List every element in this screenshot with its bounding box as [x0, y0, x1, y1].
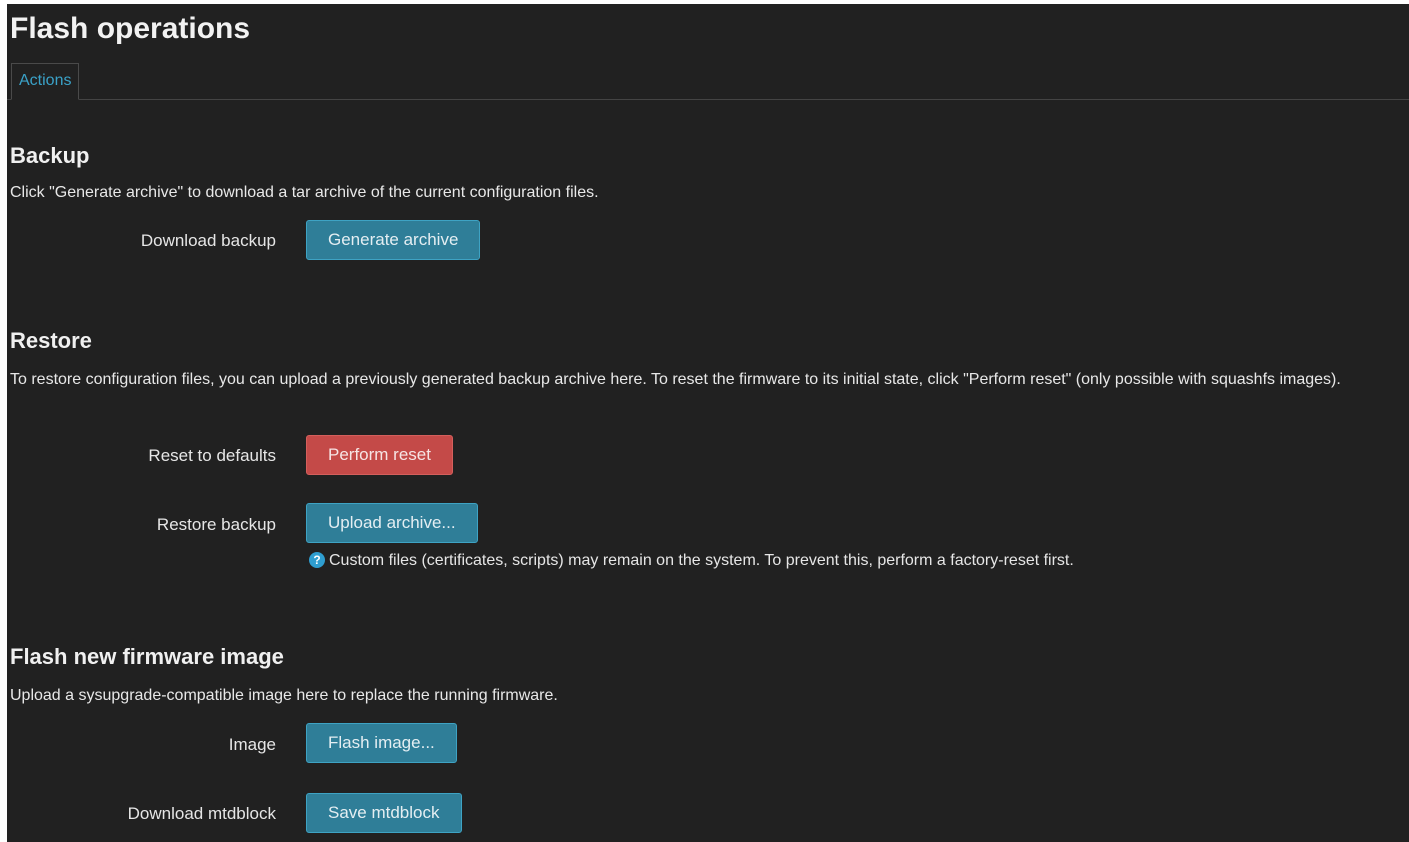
- restore-description: To restore configuration files, you can …: [10, 371, 1341, 388]
- backup-description: Click "Generate archive" to download a t…: [10, 184, 599, 201]
- upload-archive-button[interactable]: Upload archive...: [306, 503, 478, 543]
- perform-reset-button[interactable]: Perform reset: [306, 435, 453, 475]
- tab-bar: Actions: [7, 63, 1409, 100]
- restore-hint: ? Custom files (certificates, scripts) ma…: [309, 550, 1074, 572]
- flash-image-button[interactable]: Flash image...: [306, 723, 457, 763]
- restore-hint-text: Custom files (certificates, scripts) may…: [329, 552, 1074, 569]
- download-backup-label: Download backup: [140, 231, 276, 250]
- firmware-section-title: Flash new firmware image: [10, 644, 284, 669]
- restore-backup-label: Restore backup: [156, 515, 276, 534]
- generate-archive-button[interactable]: Generate archive: [306, 220, 481, 260]
- firmware-description: Upload a sysupgrade-compatible image her…: [10, 687, 558, 704]
- save-mtdblock-button[interactable]: Save mtdblock: [306, 793, 462, 833]
- tab-actions[interactable]: Actions: [11, 63, 80, 100]
- backup-section-title: Backup: [10, 143, 90, 168]
- help-icon: ?: [309, 552, 325, 568]
- page-title: Flash operations: [10, 12, 251, 45]
- reset-to-defaults-label: Reset to defaults: [148, 446, 276, 465]
- restore-section-title: Restore: [10, 328, 92, 353]
- image-label: Image: [228, 735, 276, 754]
- download-mtdblock-label: Download mtdblock: [127, 804, 276, 823]
- flash-operations-page: Flash operations Actions Backup Click "G…: [7, 4, 1409, 842]
